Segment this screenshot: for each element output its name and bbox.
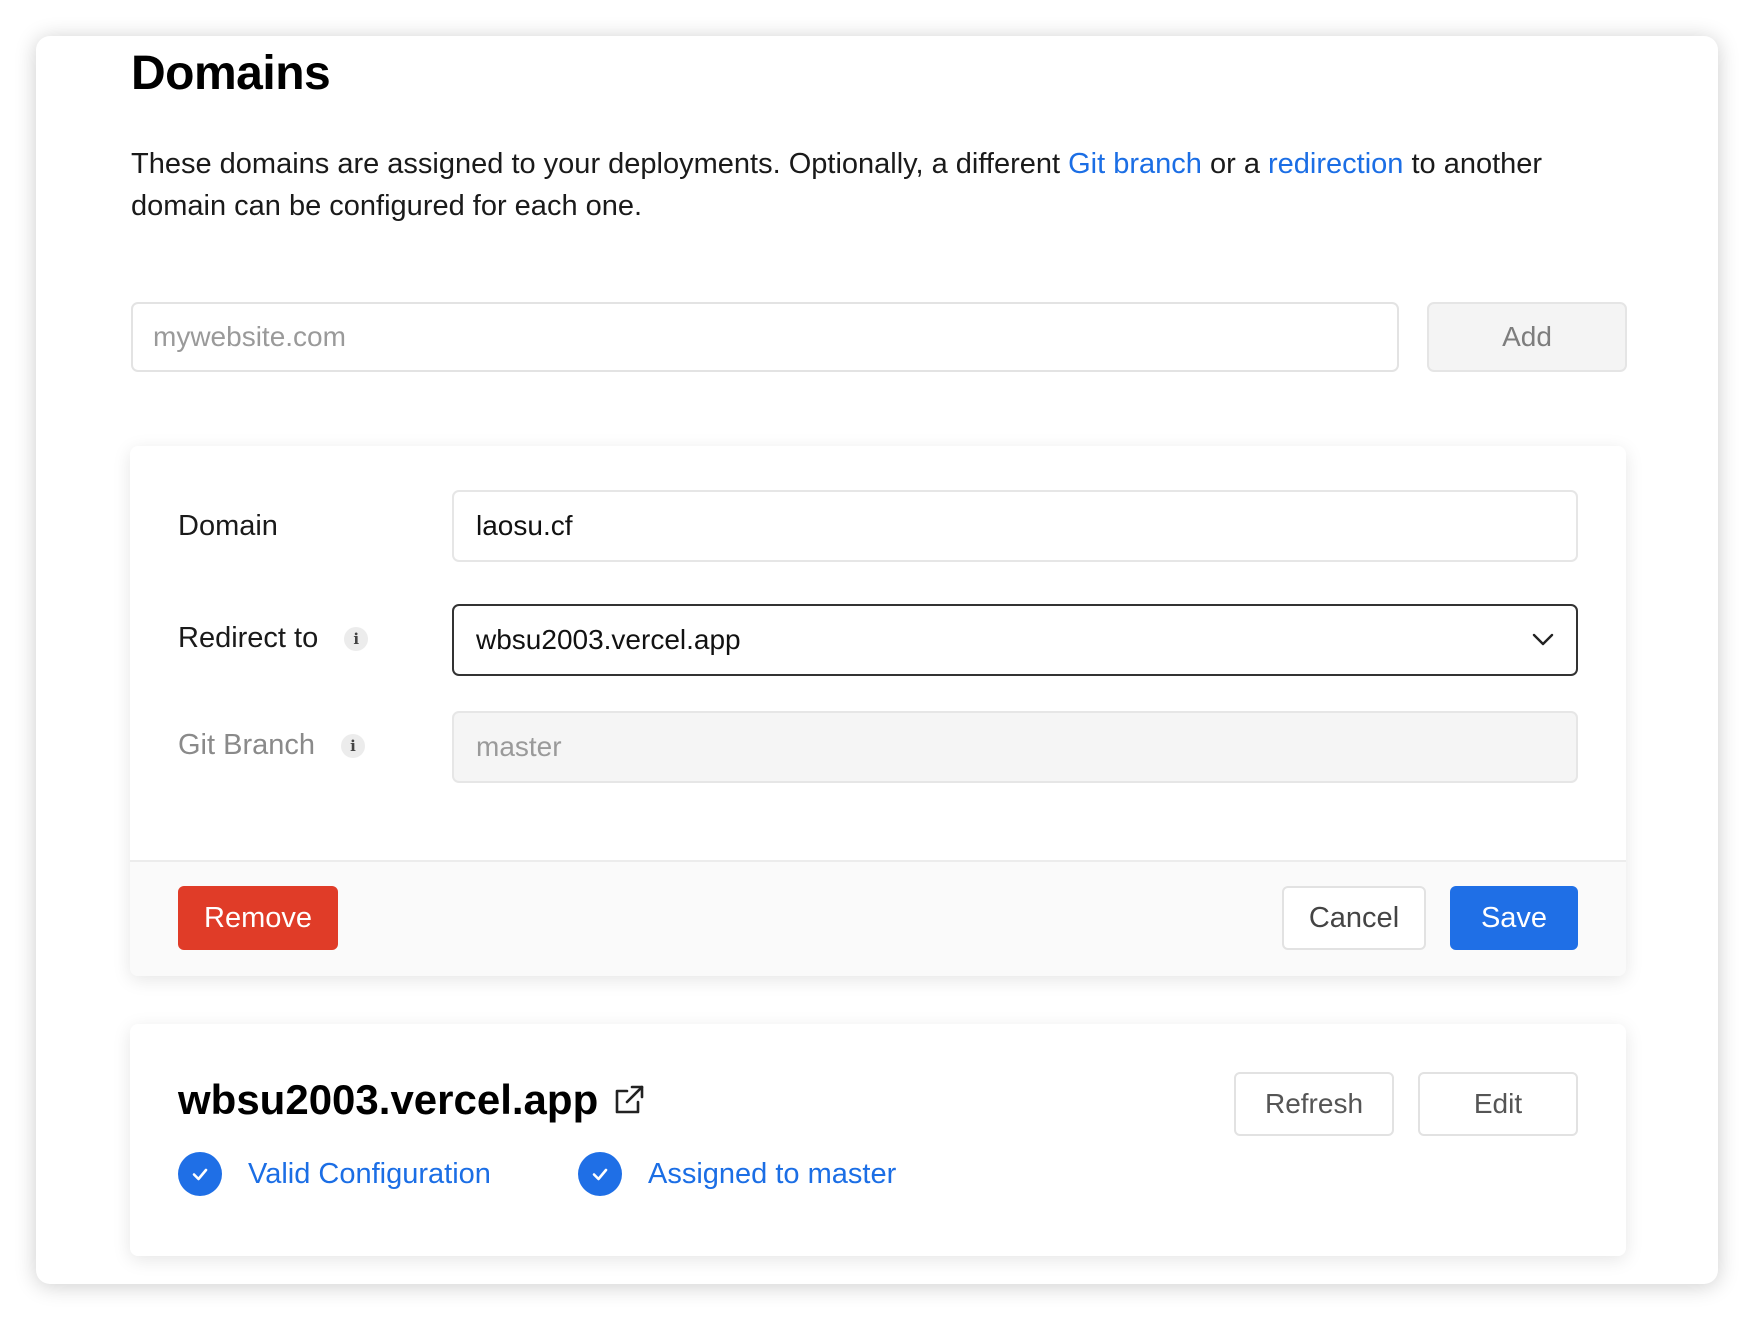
description-text-2: or a [1201,148,1269,180]
cancel-button[interactable]: Cancel [1282,886,1426,950]
check-circle-icon [178,1152,222,1196]
save-button[interactable]: Save [1450,886,1578,950]
domain-field-value: laosu.cf [476,510,573,541]
remove-button[interactable]: Remove [178,886,338,950]
check-circle-icon [578,1152,622,1196]
status-valid-configuration: Valid Configuration [178,1152,491,1196]
refresh-button[interactable]: Refresh [1234,1072,1394,1136]
git-branch-placeholder: master [476,731,562,762]
page-title: Domains [131,47,331,100]
status-assigned-text[interactable]: Assigned to master [648,1158,896,1191]
git-branch-field: master [452,711,1578,783]
edit-card-footer: Remove Cancel Save [130,860,1626,976]
redirect-select[interactable]: wbsu2003.vercel.app [452,604,1578,676]
domain-label: Domain [178,510,278,543]
domain-edit-card: Domain laosu.cf Redirect to i wbsu2003.v… [130,446,1626,976]
git-branch-label-text: Git Branch [178,729,315,761]
edit-button[interactable]: Edit [1418,1072,1578,1136]
domain-card: wbsu2003.vercel.app Refresh Edit Valid C… [130,1024,1626,1256]
redirection-link[interactable]: redirection [1268,148,1403,180]
status-config-text[interactable]: Valid Configuration [248,1158,491,1191]
domains-panel: Domains These domains are assigned to yo… [36,36,1718,1284]
redirect-label-text: Redirect to [178,622,319,654]
add-domain-input[interactable] [131,302,1399,372]
external-link-icon[interactable] [612,1083,646,1117]
redirect-select-value: wbsu2003.vercel.app [476,624,741,655]
git-branch-link[interactable]: Git branch [1068,148,1202,180]
domain-title: wbsu2003.vercel.app [178,1076,646,1124]
redirect-label: Redirect to i [178,622,369,655]
domain-label-text: Domain [178,510,278,542]
add-domain-button[interactable]: Add [1427,302,1627,372]
domain-field[interactable]: laosu.cf [452,490,1578,562]
description-text-1: These domains are assigned to your deplo… [131,148,1069,180]
info-icon[interactable]: i [344,626,369,651]
domain-name[interactable]: wbsu2003.vercel.app [178,1076,598,1124]
info-icon[interactable]: i [341,733,365,758]
page-description: These domains are assigned to your deplo… [131,143,1631,227]
git-branch-label: Git Branch i [178,729,365,762]
chevron-down-icon [1532,633,1554,646]
status-assigned: Assigned to master [578,1152,896,1196]
